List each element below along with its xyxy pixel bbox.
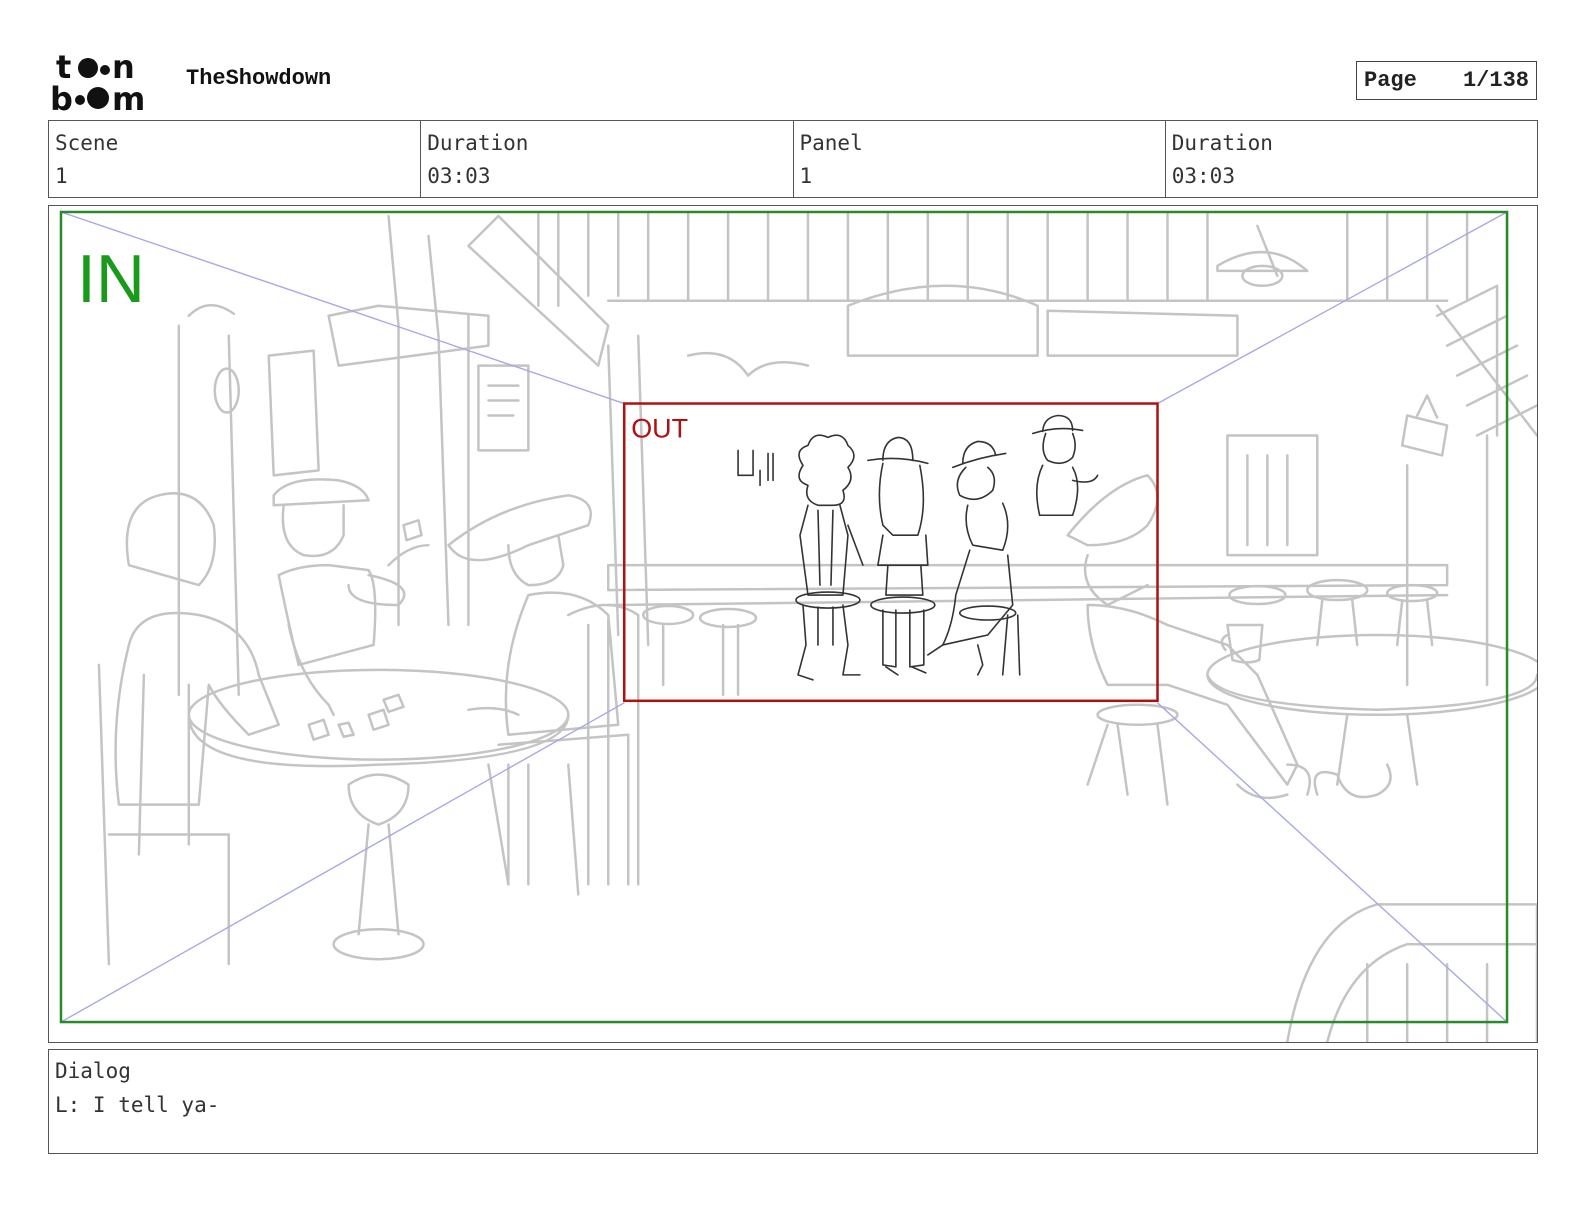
out-frame <box>622 402 1159 703</box>
scene-duration-value: 03:03 <box>427 164 491 188</box>
panel-duration-value: 03:03 <box>1171 164 1235 188</box>
out-frame-label: OUT <box>631 413 688 443</box>
toon-boom-logo: t n b m <box>50 50 145 114</box>
out-frame-characters <box>737 414 1099 681</box>
storyboard-panel: IN OUT <box>48 205 1538 1043</box>
dialog-box: Dialog L: I tell ya- <box>48 1049 1538 1154</box>
panel-duration-label: Duration <box>1171 131 1273 155</box>
scene-value: 1 <box>55 164 68 188</box>
in-frame <box>59 210 1509 1024</box>
page-label: Page <box>1364 68 1417 93</box>
page-number: 1/138 <box>1462 68 1529 93</box>
panel-drawing: IN OUT <box>59 210 1537 1042</box>
scene-duration-label: Duration <box>427 131 529 155</box>
panel-value: 1 <box>799 164 813 188</box>
in-frame-label: IN <box>77 242 145 317</box>
project-title: TheShowdown <box>186 66 332 91</box>
panel-duration-cell: Duration 03:03 <box>1166 121 1537 197</box>
scene-duration-cell: Duration 03:03 <box>421 121 794 197</box>
panel-cell: Panel 1 <box>794 121 1166 197</box>
panel-info-row: Scene 1 Duration 03:03 Panel 1 Duration … <box>48 120 1538 198</box>
scene-label: Scene <box>55 131 119 155</box>
svg-text:m: m <box>112 80 145 114</box>
camera-guide-lines <box>60 211 1508 1023</box>
scene-cell: Scene 1 <box>49 121 422 197</box>
panel-label: Panel <box>799 131 863 155</box>
svg-text:b: b <box>50 80 73 114</box>
dialog-label: Dialog <box>55 1059 131 1083</box>
dialog-text: L: I tell ya- <box>55 1093 220 1117</box>
page-indicator: Page 1/138 <box>1356 61 1537 100</box>
